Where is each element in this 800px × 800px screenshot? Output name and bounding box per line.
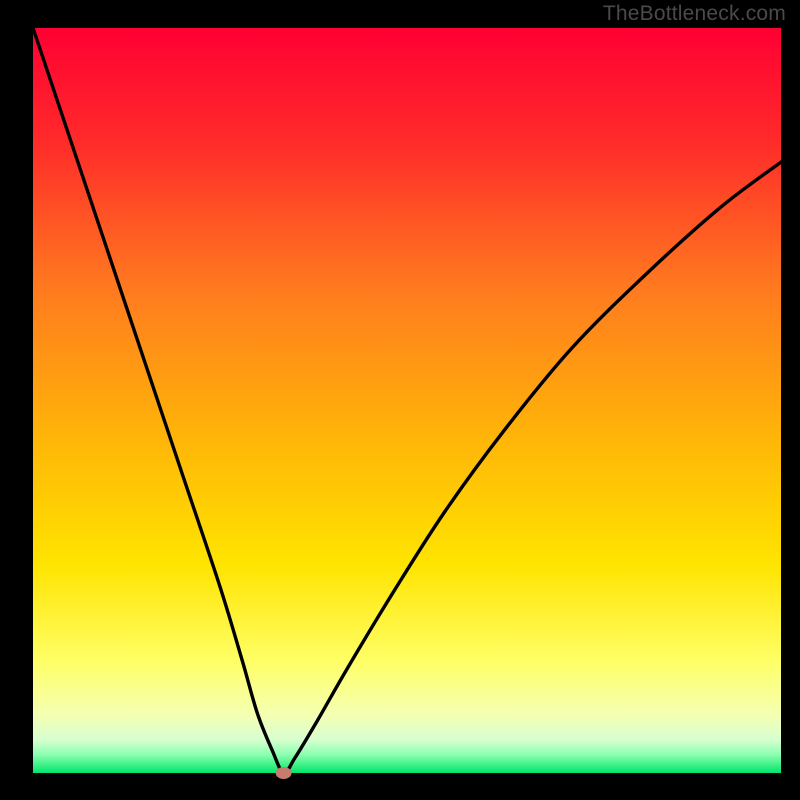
watermark-text: TheBottleneck.com	[603, 2, 786, 26]
chart-frame: TheBottleneck.com	[0, 0, 800, 800]
plot-gradient-background	[33, 28, 781, 773]
bottleneck-chart	[0, 0, 800, 800]
optimal-point-marker	[276, 767, 292, 779]
